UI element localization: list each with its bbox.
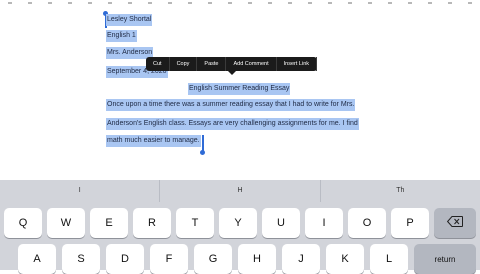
doc-paragraph-line-1[interactable]: Once upon a time there was a summer read… [106,99,356,111]
insert-link-menu-item[interactable]: Insert Link [277,57,318,71]
copy-menu-item[interactable]: Copy [170,57,198,71]
prediction-1[interactable]: I [0,180,161,202]
doc-paragraph-line-3[interactable]: math much easier to manage. [106,135,201,147]
key-r[interactable]: R [133,208,171,238]
doc-line-name[interactable]: Lesley Shortal [106,14,153,26]
doc-title[interactable]: English Summer Reading Essay [188,83,291,95]
key-w[interactable]: W [47,208,85,238]
key-u[interactable]: U [262,208,300,238]
predictive-text-bar: I H Th [0,180,480,202]
key-t[interactable]: T [176,208,214,238]
backspace-icon [446,216,463,230]
key-q[interactable]: Q [4,208,42,238]
key-y[interactable]: Y [219,208,257,238]
edit-context-menu: Cut Copy Paste Add Comment Insert Link [146,57,318,75]
on-screen-keyboard: I H Th Q W E R T Y U I O P A S D F G H J… [0,180,480,274]
key-e[interactable]: E [90,208,128,238]
add-comment-menu-item[interactable]: Add Comment [226,57,277,71]
delete-key[interactable] [434,208,476,238]
prediction-3[interactable]: Th [321,180,480,202]
selection-end-bar [202,135,204,151]
document-canvas[interactable]: Lesley Shortal English 1 Mrs. Anderson S… [0,0,480,180]
paste-menu-item[interactable]: Paste [197,57,227,71]
menu-pointer-arrow [228,71,236,75]
key-i[interactable]: I [305,208,343,238]
key-o[interactable]: O [348,208,386,238]
doc-paragraph-line-2[interactable]: Anderson's English class. Essays are ver… [106,118,359,130]
key-p[interactable]: P [391,208,429,238]
selection-end-handle-icon[interactable] [200,150,205,155]
prediction-2[interactable]: H [160,180,321,202]
doc-line-class[interactable]: English 1 [106,30,137,42]
cut-menu-item[interactable]: Cut [146,57,170,71]
